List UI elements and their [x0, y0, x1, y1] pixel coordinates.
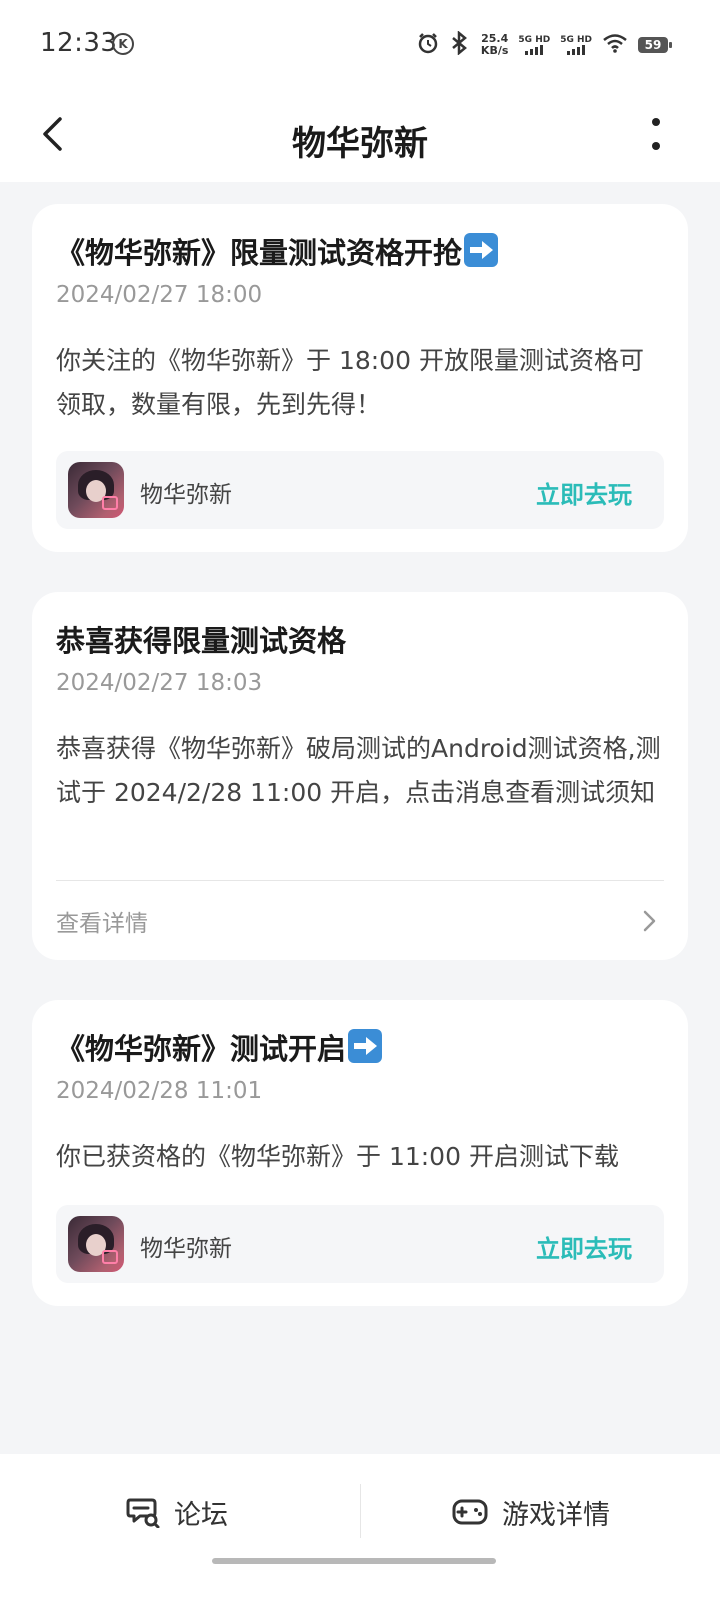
message-card[interactable]: 《物华弥新》限量测试资格开抢 2024/02/27 18:00 你关注的《物华弥…: [32, 204, 688, 552]
message-title-text: 《物华弥新》限量测试资格开抢: [56, 236, 463, 270]
forum-tab[interactable]: 论坛: [126, 1482, 228, 1542]
tab-separator: [360, 1484, 361, 1538]
play-now-button[interactable]: 立即去玩: [536, 1229, 632, 1264]
divider: [56, 880, 664, 881]
network-speed: 25.4 KB/s: [481, 33, 508, 57]
bluetooth-icon: [449, 30, 471, 59]
right-arrow-icon: [464, 233, 499, 267]
forum-icon: [126, 1498, 160, 1528]
game-icon: [68, 462, 124, 518]
message-title: 《物华弥新》限量测试资格开抢: [56, 230, 499, 272]
message-body: 恭喜获得《物华弥新》破局测试的Android测试资格,测试于 2024/2/28…: [56, 734, 661, 807]
gamepad-icon: [452, 1499, 488, 1525]
message-card[interactable]: 《物华弥新》测试开启 2024/02/28 11:01 你已获资格的《物华弥新》…: [32, 1000, 688, 1306]
signal-icon: 5G HD: [518, 35, 550, 55]
message-date: 2024/02/27 18:03: [56, 670, 263, 696]
play-now-button[interactable]: 立即去玩: [536, 475, 632, 510]
right-arrow-icon: [348, 1029, 383, 1063]
more-vertical-icon: [652, 118, 660, 150]
alarm-icon: [417, 32, 439, 58]
sim1-label: 5G HD: [518, 35, 551, 45]
game-details-tab[interactable]: 游戏详情: [452, 1482, 610, 1542]
view-details-link[interactable]: 查看详情: [56, 890, 664, 950]
signal-icon: 5G HD: [560, 35, 592, 55]
status-icons: 25.4 KB/s 5G HD 5G HD 59: [417, 30, 672, 60]
page-title: 物华弥新: [292, 124, 428, 164]
message-body: 你已获资格的《物华弥新》于 11:00 开启测试下载: [56, 1142, 619, 1171]
net-speed-unit: KB/s: [480, 44, 509, 57]
home-indicator[interactable]: [212, 1558, 496, 1564]
game-icon: [68, 1216, 124, 1272]
bottom-bar: 论坛 游戏详情: [0, 1454, 720, 1600]
view-details-label: 查看详情: [56, 911, 148, 937]
message-body: 你关注的《物华弥新》于 18:00 开放限量测试资格可领取，数量有限，先到先得！: [56, 346, 644, 419]
message-title-text: 《物华弥新》测试开启: [56, 1032, 347, 1066]
status-bar: 12:33 K 25.4 KB/s 5G HD 5G HD 59: [0, 0, 720, 90]
message-card[interactable]: 恭喜获得限量测试资格 2024/02/27 18:03 恭喜获得《物华弥新》破局…: [32, 592, 688, 960]
game-name: 物华弥新: [140, 482, 232, 508]
message-date: 2024/02/27 18:00: [56, 282, 263, 308]
game-name: 物华弥新: [140, 1236, 232, 1262]
game-entry[interactable]: 物华弥新 立即去玩: [56, 1205, 664, 1283]
message-date: 2024/02/28 11:01: [56, 1078, 263, 1104]
status-time: 12:33: [40, 28, 118, 58]
wifi-icon: [602, 33, 628, 57]
status-badge: K: [112, 33, 134, 55]
page-header: 物华弥新: [0, 90, 720, 182]
sim2-label: 5G HD: [560, 35, 592, 45]
game-entry[interactable]: 物华弥新 立即去玩: [56, 451, 664, 529]
game-details-label: 游戏详情: [502, 1499, 610, 1531]
more-button[interactable]: [632, 110, 680, 158]
battery-icon: 59: [638, 37, 672, 53]
message-title: 《物华弥新》测试开启: [56, 1026, 383, 1068]
chevron-right-icon: [643, 910, 656, 932]
message-title: 恭喜获得限量测试资格: [56, 624, 347, 658]
forum-label: 论坛: [174, 1499, 228, 1531]
